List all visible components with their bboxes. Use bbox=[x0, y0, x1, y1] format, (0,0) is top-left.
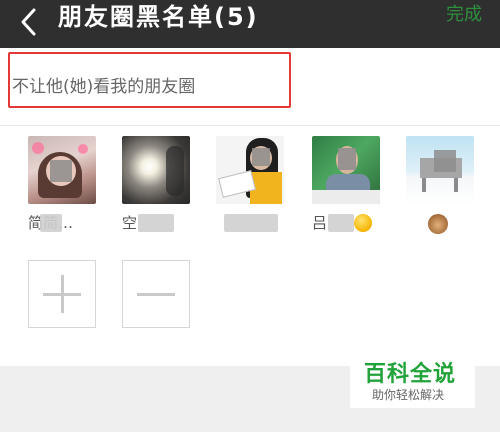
member-item[interactable]: 简简… bbox=[28, 136, 96, 234]
add-member-button[interactable] bbox=[28, 260, 96, 328]
avatar bbox=[122, 136, 190, 204]
divider bbox=[0, 125, 500, 126]
member-name: 简简… bbox=[28, 212, 96, 234]
avatar bbox=[28, 136, 96, 204]
section-title: 不让他(她)看我的朋友圈 bbox=[12, 77, 196, 97]
member-name bbox=[216, 212, 284, 234]
member-name bbox=[406, 212, 474, 234]
member-item[interactable] bbox=[406, 136, 474, 234]
avatar bbox=[312, 136, 380, 204]
remove-member-button[interactable] bbox=[122, 260, 190, 328]
watermark-title: 百科全说 bbox=[364, 362, 457, 387]
member-item[interactable]: 空 bbox=[122, 136, 190, 234]
blacklist-panel: 不让他(她)看我的朋友圈 简简… 空 bbox=[0, 48, 500, 366]
member-item[interactable]: 吕 bbox=[312, 136, 380, 234]
watermark-logo: 百科全说 助你轻松解决 bbox=[350, 352, 475, 408]
chevron-left-icon[interactable] bbox=[14, 2, 44, 42]
monkey-emoji-icon bbox=[428, 214, 448, 234]
member-item[interactable] bbox=[216, 136, 284, 234]
page-title: 朋友圈黑名单(5) bbox=[58, 3, 259, 31]
done-button[interactable]: 完成 bbox=[446, 0, 482, 30]
top-bar: 朋友圈黑名单(5) 完成 bbox=[0, 0, 500, 48]
avatar bbox=[216, 136, 284, 204]
avatar bbox=[406, 136, 474, 204]
member-name: 空 bbox=[122, 212, 190, 234]
member-name: 吕 bbox=[312, 212, 380, 234]
emoji-icon bbox=[354, 214, 372, 232]
watermark-subtitle: 助你轻松解决 bbox=[372, 388, 445, 402]
